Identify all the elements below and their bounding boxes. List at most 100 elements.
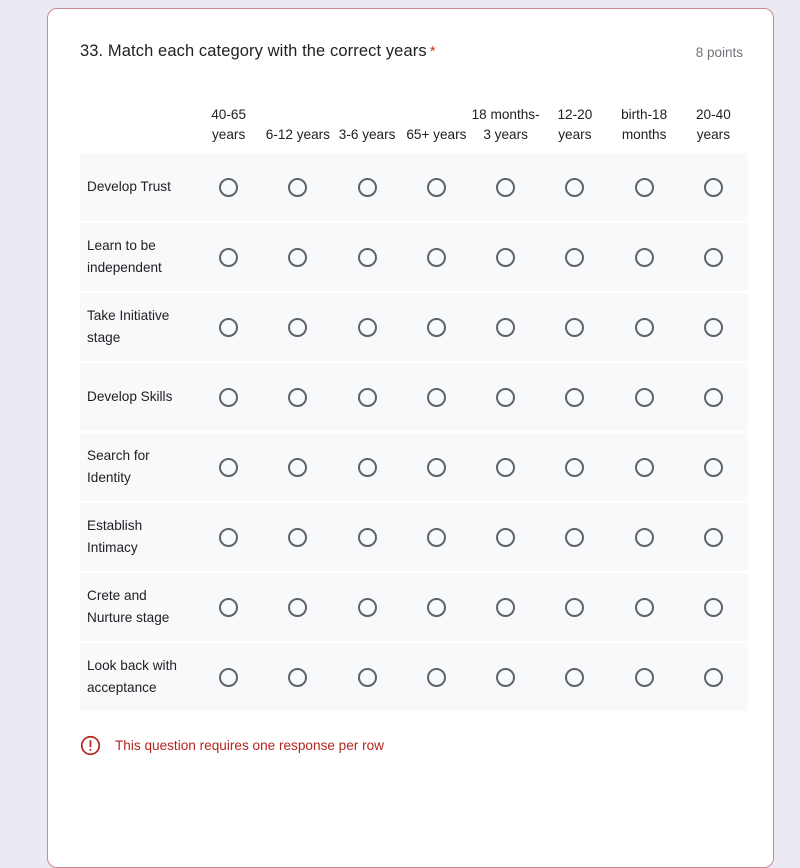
radio-button-r3-c1[interactable] — [288, 387, 308, 407]
grid-cell-r1-c5[interactable] — [540, 247, 609, 267]
grid-cell-r0-c2[interactable] — [333, 177, 402, 197]
grid-cell-r5-c0[interactable] — [194, 527, 263, 547]
radio-button-r4-c7[interactable] — [703, 457, 723, 477]
grid-cell-r7-c1[interactable] — [263, 667, 332, 687]
radio-button-r4-c6[interactable] — [634, 457, 654, 477]
radio-button-r3-c6[interactable] — [634, 387, 654, 407]
radio-button-r2-c5[interactable] — [565, 317, 585, 337]
grid-cell-r2-c3[interactable] — [402, 317, 471, 337]
radio-button-r0-c6[interactable] — [634, 177, 654, 197]
grid-cell-r6-c6[interactable] — [610, 597, 679, 617]
grid-cell-r3-c0[interactable] — [194, 387, 263, 407]
grid-cell-r2-c7[interactable] — [679, 317, 748, 337]
grid-cell-r7-c3[interactable] — [402, 667, 471, 687]
grid-cell-r4-c2[interactable] — [333, 457, 402, 477]
grid-cell-r4-c5[interactable] — [540, 457, 609, 477]
grid-cell-r2-c0[interactable] — [194, 317, 263, 337]
radio-button-r6-c2[interactable] — [357, 597, 377, 617]
radio-button-r1-c4[interactable] — [496, 247, 516, 267]
radio-button-r0-c4[interactable] — [496, 177, 516, 197]
grid-cell-r7-c5[interactable] — [540, 667, 609, 687]
radio-button-r0-c2[interactable] — [357, 177, 377, 197]
grid-cell-r0-c5[interactable] — [540, 177, 609, 197]
radio-button-r5-c5[interactable] — [565, 527, 585, 547]
grid-cell-r6-c2[interactable] — [333, 597, 402, 617]
grid-cell-r2-c6[interactable] — [610, 317, 679, 337]
grid-cell-r4-c7[interactable] — [679, 457, 748, 477]
radio-button-r7-c1[interactable] — [288, 667, 308, 687]
grid-cell-r3-c1[interactable] — [263, 387, 332, 407]
radio-button-r7-c7[interactable] — [703, 667, 723, 687]
grid-cell-r0-c7[interactable] — [679, 177, 748, 197]
radio-button-r7-c0[interactable] — [219, 667, 239, 687]
grid-cell-r0-c1[interactable] — [263, 177, 332, 197]
radio-button-r5-c1[interactable] — [288, 527, 308, 547]
grid-cell-r4-c6[interactable] — [610, 457, 679, 477]
grid-cell-r5-c4[interactable] — [471, 527, 540, 547]
radio-button-r7-c2[interactable] — [357, 667, 377, 687]
grid-cell-r7-c6[interactable] — [610, 667, 679, 687]
radio-button-r3-c0[interactable] — [219, 387, 239, 407]
grid-cell-r5-c2[interactable] — [333, 527, 402, 547]
grid-cell-r3-c2[interactable] — [333, 387, 402, 407]
radio-button-r6-c1[interactable] — [288, 597, 308, 617]
grid-cell-r5-c3[interactable] — [402, 527, 471, 547]
radio-button-r5-c7[interactable] — [703, 527, 723, 547]
radio-button-r4-c0[interactable] — [219, 457, 239, 477]
radio-button-r3-c7[interactable] — [703, 387, 723, 407]
grid-cell-r0-c3[interactable] — [402, 177, 471, 197]
radio-button-r2-c6[interactable] — [634, 317, 654, 337]
grid-cell-r0-c6[interactable] — [610, 177, 679, 197]
grid-cell-r6-c1[interactable] — [263, 597, 332, 617]
grid-cell-r1-c6[interactable] — [610, 247, 679, 267]
radio-button-r5-c2[interactable] — [357, 527, 377, 547]
grid-cell-r3-c3[interactable] — [402, 387, 471, 407]
radio-button-r1-c3[interactable] — [426, 247, 446, 267]
grid-cell-r6-c5[interactable] — [540, 597, 609, 617]
radio-button-r4-c3[interactable] — [426, 457, 446, 477]
radio-button-r0-c7[interactable] — [703, 177, 723, 197]
grid-cell-r1-c2[interactable] — [333, 247, 402, 267]
radio-button-r1-c1[interactable] — [288, 247, 308, 267]
grid-cell-r7-c2[interactable] — [333, 667, 402, 687]
grid-cell-r5-c7[interactable] — [679, 527, 748, 547]
grid-cell-r1-c7[interactable] — [679, 247, 748, 267]
radio-button-r3-c3[interactable] — [426, 387, 446, 407]
radio-button-r6-c6[interactable] — [634, 597, 654, 617]
radio-button-r6-c0[interactable] — [219, 597, 239, 617]
radio-button-r2-c3[interactable] — [426, 317, 446, 337]
grid-cell-r2-c1[interactable] — [263, 317, 332, 337]
grid-cell-r4-c3[interactable] — [402, 457, 471, 477]
radio-button-r1-c7[interactable] — [703, 247, 723, 267]
radio-button-r4-c5[interactable] — [565, 457, 585, 477]
radio-button-r1-c5[interactable] — [565, 247, 585, 267]
radio-button-r6-c4[interactable] — [496, 597, 516, 617]
radio-button-r1-c0[interactable] — [219, 247, 239, 267]
grid-cell-r3-c5[interactable] — [540, 387, 609, 407]
radio-button-r1-c6[interactable] — [634, 247, 654, 267]
grid-cell-r7-c7[interactable] — [679, 667, 748, 687]
grid-cell-r0-c4[interactable] — [471, 177, 540, 197]
grid-cell-r2-c5[interactable] — [540, 317, 609, 337]
radio-button-r5-c4[interactable] — [496, 527, 516, 547]
radio-button-r5-c0[interactable] — [219, 527, 239, 547]
radio-button-r4-c1[interactable] — [288, 457, 308, 477]
grid-cell-r6-c3[interactable] — [402, 597, 471, 617]
radio-button-r2-c7[interactable] — [703, 317, 723, 337]
radio-button-r7-c6[interactable] — [634, 667, 654, 687]
radio-button-r1-c2[interactable] — [357, 247, 377, 267]
grid-cell-r6-c4[interactable] — [471, 597, 540, 617]
radio-button-r2-c2[interactable] — [357, 317, 377, 337]
radio-button-r7-c5[interactable] — [565, 667, 585, 687]
grid-cell-r5-c1[interactable] — [263, 527, 332, 547]
radio-button-r0-c5[interactable] — [565, 177, 585, 197]
grid-cell-r3-c7[interactable] — [679, 387, 748, 407]
grid-cell-r5-c5[interactable] — [540, 527, 609, 547]
radio-button-r0-c0[interactable] — [219, 177, 239, 197]
grid-cell-r3-c4[interactable] — [471, 387, 540, 407]
grid-cell-r1-c1[interactable] — [263, 247, 332, 267]
grid-cell-r0-c0[interactable] — [194, 177, 263, 197]
radio-button-r0-c3[interactable] — [426, 177, 446, 197]
grid-cell-r2-c2[interactable] — [333, 317, 402, 337]
radio-button-r3-c2[interactable] — [357, 387, 377, 407]
